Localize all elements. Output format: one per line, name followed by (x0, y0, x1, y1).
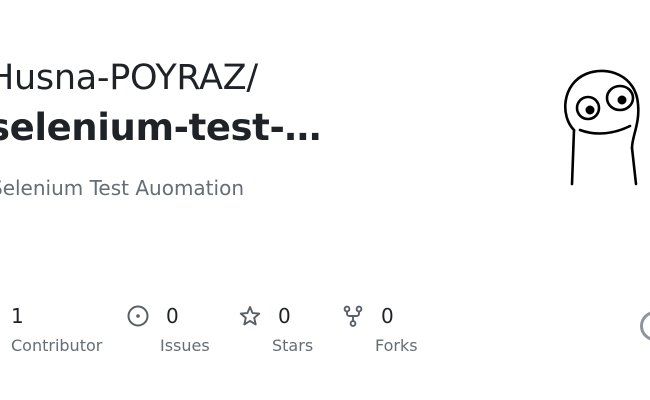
stat-forks[interactable]: 0 Forks (342, 302, 418, 355)
issue-opened-icon (127, 305, 149, 327)
owner-avatar (556, 66, 646, 190)
github-mark-icon (640, 311, 650, 341)
star-icon (239, 305, 261, 327)
forks-label: Forks (375, 336, 418, 355)
repo-forked-icon (342, 305, 364, 327)
forks-count: 0 (381, 304, 394, 328)
repo-description: Selenium Test Auomation (0, 176, 244, 200)
stat-stars[interactable]: 0 Stars (239, 302, 313, 355)
contributors-count: 1 (11, 304, 24, 328)
stat-issues[interactable]: 0 Issues (127, 302, 210, 355)
stat-contributors[interactable]: 1 Contributor (11, 302, 102, 355)
repo-social-card: Husna-POYRAZ/ selenium-test-… Selenium T… (0, 0, 650, 400)
repo-owner: Husna-POYRAZ/ (0, 58, 258, 98)
stars-label: Stars (272, 336, 314, 355)
contributors-label: Contributor (11, 336, 103, 355)
issues-label: Issues (160, 336, 210, 355)
issues-count: 0 (166, 304, 179, 328)
stars-count: 0 (278, 304, 291, 328)
repo-name: selenium-test-… (0, 106, 322, 149)
